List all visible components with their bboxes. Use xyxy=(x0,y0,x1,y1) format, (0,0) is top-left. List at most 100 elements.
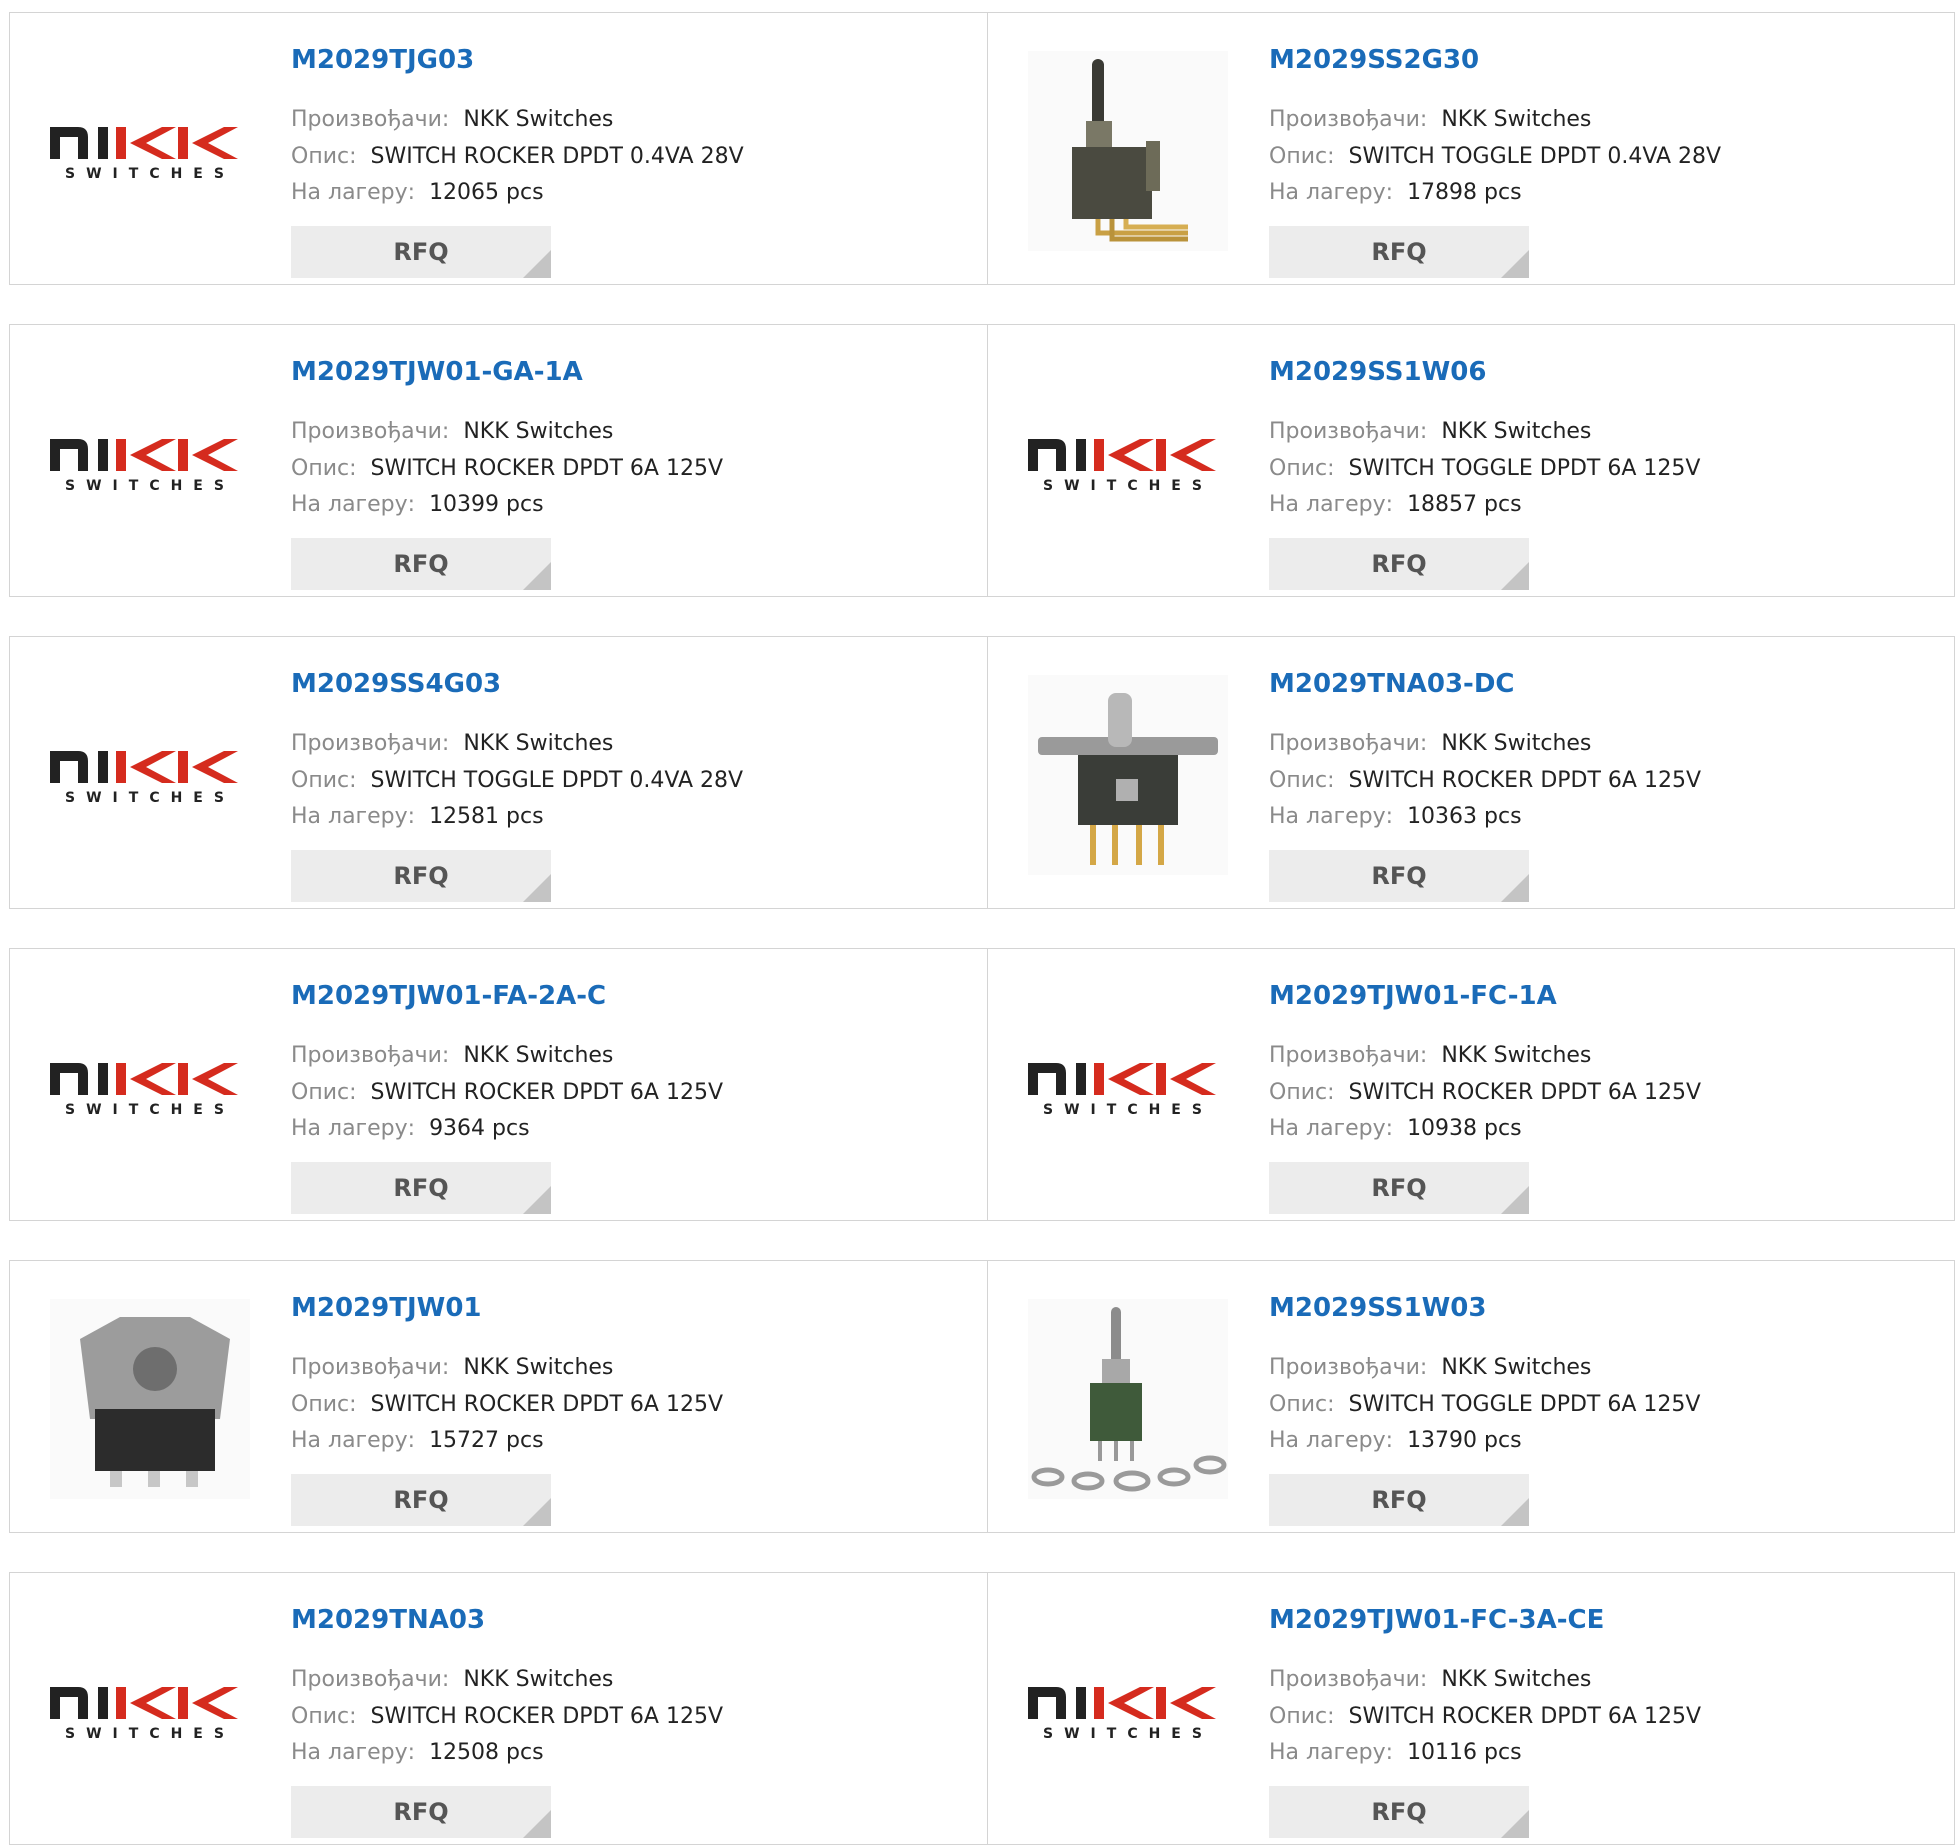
rfq-label: RFQ xyxy=(1371,862,1427,890)
rfq-button[interactable]: RFQ xyxy=(291,1786,551,1838)
part-number-link[interactable]: M2029TJW01 xyxy=(291,1293,482,1323)
description-value: SWITCH ROCKER DPDT 6A 125V xyxy=(370,1080,723,1105)
stock-row: На лагеру: 10938 pcs xyxy=(1269,1116,1522,1141)
stock-row: На лагеру: 15727 pcs xyxy=(291,1428,544,1453)
corner-accent xyxy=(1501,1810,1529,1838)
part-number-link[interactable]: M2029TNA03-DC xyxy=(1269,669,1515,699)
nkk-logo: SWITCHES xyxy=(50,433,250,493)
rfq-button[interactable]: RFQ xyxy=(291,226,551,278)
corner-accent xyxy=(523,562,551,590)
rfq-button[interactable]: RFQ xyxy=(1269,850,1529,902)
product-image[interactable]: SWITCHES xyxy=(50,675,250,875)
description-row: Опис: SWITCH TOGGLE DPDT 0.4VA 28V xyxy=(291,768,743,793)
part-number-link[interactable]: M2029SS2G30 xyxy=(1269,45,1479,75)
product-card: SWITCHES M2029TJW01-FC-3A-CE Произвођачи:… xyxy=(987,1573,1954,1844)
product-card: SWITCHES M2029SS4G03 Произвођачи: NKK Swit… xyxy=(10,637,987,908)
description-row: Опис: SWITCH ROCKER DPDT 6A 125V xyxy=(291,1392,723,1417)
part-number-link[interactable]: M2029TNA03 xyxy=(291,1605,485,1635)
nkk-logo: SWITCHES xyxy=(50,1057,250,1117)
description-value: SWITCH ROCKER DPDT 6A 125V xyxy=(370,1704,723,1729)
description-row: Опис: SWITCH ROCKER DPDT 0.4VA 28V xyxy=(291,144,744,169)
logo-tagline: SWITCHES xyxy=(1043,1726,1213,1741)
description-row: Опис: SWITCH ROCKER DPDT 6A 125V xyxy=(1269,1704,1701,1729)
stock-row: На лагеру: 13790 pcs xyxy=(1269,1428,1522,1453)
product-image[interactable]: SWITCHES xyxy=(50,363,250,563)
product-image[interactable] xyxy=(1028,51,1228,251)
product-card: SWITCHES M2029TJW01-GA-1A Произвођачи: NKK… xyxy=(10,325,987,596)
part-number-link[interactable]: M2029TJW01-FA-2A-C xyxy=(291,981,606,1011)
part-number-link[interactable]: M2029TJW01-FC-1A xyxy=(1269,981,1557,1011)
nkk-logo: SWITCHES xyxy=(1028,1681,1228,1741)
rocker-guard-photo xyxy=(50,1299,250,1499)
stock-value: 18857 pcs xyxy=(1407,492,1522,517)
manufacturer-value: NKK Switches xyxy=(1441,107,1592,132)
stock-label: На лагеру: xyxy=(291,1428,416,1453)
stock-value: 13790 pcs xyxy=(1407,1428,1522,1453)
nkk-logo: SWITCHES xyxy=(1028,433,1228,493)
description-row: Опис: SWITCH ROCKER DPDT 6A 125V xyxy=(1269,768,1701,793)
description-label: Опис: xyxy=(1269,144,1335,169)
stock-label: На лагеру: xyxy=(1269,804,1394,829)
stock-row: На лагеру: 9364 pcs xyxy=(291,1116,530,1141)
description-value: SWITCH ROCKER DPDT 6A 125V xyxy=(1348,1704,1701,1729)
rfq-button[interactable]: RFQ xyxy=(291,850,551,902)
description-label: Опис: xyxy=(1269,1080,1335,1105)
product-image[interactable] xyxy=(1028,675,1228,875)
rfq-label: RFQ xyxy=(393,1798,449,1826)
nkk-logo: SWITCHES xyxy=(1028,1057,1228,1117)
corner-accent xyxy=(523,250,551,278)
stock-label: На лагеру: xyxy=(1269,492,1394,517)
product-image[interactable]: SWITCHES xyxy=(1028,987,1228,1187)
manufacturer-value: NKK Switches xyxy=(463,731,614,756)
rfq-label: RFQ xyxy=(1371,550,1427,578)
stock-row: На лагеру: 10399 pcs xyxy=(291,492,544,517)
stock-value: 10938 pcs xyxy=(1407,1116,1522,1141)
part-number-link[interactable]: M2029TJG03 xyxy=(291,45,474,75)
description-row: Опис: SWITCH ROCKER DPDT 6A 125V xyxy=(291,1704,723,1729)
part-number-link[interactable]: M2029SS4G03 xyxy=(291,669,501,699)
manufacturer-value: NKK Switches xyxy=(1441,1667,1592,1692)
manufacturer-label: Произвођачи: xyxy=(291,1043,450,1068)
stock-label: На лагеру: xyxy=(1269,180,1394,205)
part-number-link[interactable]: M2029SS1W06 xyxy=(1269,357,1486,387)
rfq-label: RFQ xyxy=(393,238,449,266)
stock-label: На лагеру: xyxy=(291,804,416,829)
part-number-link[interactable]: M2029TJW01-GA-1A xyxy=(291,357,583,387)
rfq-label: RFQ xyxy=(393,1174,449,1202)
product-image[interactable]: SWITCHES xyxy=(50,51,250,251)
logo-tagline: SWITCHES xyxy=(1043,478,1213,493)
description-row: Опис: SWITCH ROCKER DPDT 6A 125V xyxy=(1269,1080,1701,1105)
description-value: SWITCH ROCKER DPDT 6A 125V xyxy=(1348,1080,1701,1105)
product-image[interactable] xyxy=(1028,1299,1228,1499)
stock-row: На лагеру: 12065 pcs xyxy=(291,180,544,205)
product-image[interactable]: SWITCHES xyxy=(50,1611,250,1811)
part-number-link[interactable]: M2029TJW01-FC-3A-CE xyxy=(1269,1605,1604,1635)
product-image[interactable]: SWITCHES xyxy=(1028,363,1228,563)
product-image[interactable] xyxy=(50,1299,250,1499)
rfq-button[interactable]: RFQ xyxy=(1269,226,1529,278)
stock-value: 15727 pcs xyxy=(429,1428,544,1453)
rfq-button[interactable]: RFQ xyxy=(1269,1474,1529,1526)
rfq-button[interactable]: RFQ xyxy=(291,1162,551,1214)
product-image[interactable]: SWITCHES xyxy=(50,987,250,1187)
manufacturer-label: Произвођачи: xyxy=(1269,1667,1428,1692)
manufacturer-label: Произвођачи: xyxy=(291,107,450,132)
rfq-button[interactable]: RFQ xyxy=(291,538,551,590)
stock-label: На лагеру: xyxy=(1269,1428,1394,1453)
description-label: Опис: xyxy=(1269,768,1335,793)
manufacturer-value: NKK Switches xyxy=(1441,1355,1592,1380)
manufacturer-row: Произвођачи: NKK Switches xyxy=(1269,1667,1591,1692)
description-label: Опис: xyxy=(1269,456,1335,481)
manufacturer-value: NKK Switches xyxy=(463,107,614,132)
logo-tagline: SWITCHES xyxy=(1043,1102,1213,1117)
manufacturer-value: NKK Switches xyxy=(463,1043,614,1068)
product-image[interactable]: SWITCHES xyxy=(1028,1611,1228,1811)
part-number-link[interactable]: M2029SS1W03 xyxy=(1269,1293,1486,1323)
rfq-label: RFQ xyxy=(1371,1798,1427,1826)
rfq-button[interactable]: RFQ xyxy=(291,1474,551,1526)
rfq-button[interactable]: RFQ xyxy=(1269,1162,1529,1214)
description-label: Опис: xyxy=(291,1392,357,1417)
rfq-button[interactable]: RFQ xyxy=(1269,1786,1529,1838)
manufacturer-label: Произвођачи: xyxy=(1269,731,1428,756)
rfq-button[interactable]: RFQ xyxy=(1269,538,1529,590)
